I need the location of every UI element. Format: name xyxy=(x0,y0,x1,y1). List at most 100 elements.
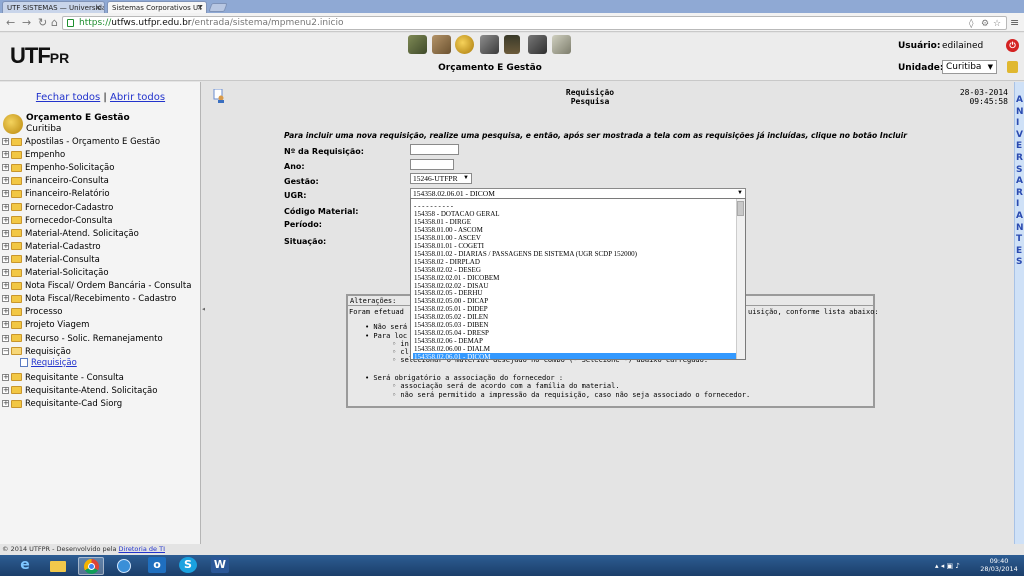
dropdown-option[interactable]: 154358.02.05.01 - DIDEP xyxy=(413,305,736,313)
unit-select[interactable]: Curitiba ▼ xyxy=(942,60,997,74)
dropdown-option[interactable]: 154358.01.01 - COGETI xyxy=(413,242,736,250)
sidebar-tree-item[interactable]: + Material-Solicitação xyxy=(2,267,109,280)
tree-subitem-requisicao[interactable]: Requisição xyxy=(20,358,77,369)
person-icon[interactable] xyxy=(504,35,520,54)
taskbar-clock[interactable]: 09:40 28/03/2014 xyxy=(976,557,1022,573)
close-tab-icon[interactable]: ✕ xyxy=(197,2,203,13)
sidebar-tree-item[interactable]: + Material-Consulta xyxy=(2,254,100,267)
expand-icon[interactable]: + xyxy=(2,203,9,211)
address-bar[interactable]: https://utfws.utfpr.edu.br/entrada/siste… xyxy=(62,16,1007,30)
sidebar-tree-item[interactable]: + Recurso - Solic. Remanejamento xyxy=(2,333,163,346)
skype-icon[interactable]: S xyxy=(179,557,197,573)
expand-icon[interactable]: + xyxy=(2,216,9,224)
dropdown-option[interactable]: 154358.01 - DIRGE xyxy=(413,218,736,226)
dropdown-scrollbar[interactable] xyxy=(736,199,745,359)
dropdown-option[interactable]: 154358 - DOTACAO GERAL xyxy=(413,210,736,218)
forward-arrow-icon[interactable]: → xyxy=(22,16,31,29)
dropdown-option[interactable]: 154358.02.05.02 - DILEN xyxy=(413,313,736,321)
expand-icon[interactable]: + xyxy=(2,177,9,185)
dropdown-option[interactable]: 154358.02.05 - DERHU xyxy=(413,289,736,297)
dropdown-option[interactable]: 154358.02.02 - DESEG xyxy=(413,266,736,274)
ano-input[interactable] xyxy=(410,159,454,170)
tray-icons[interactable]: ▴ ◂ ▣ ♪ xyxy=(935,562,960,570)
sidebar-tree-item[interactable]: + Fornecedor-Cadastro xyxy=(2,202,113,215)
gestao-select[interactable]: 15246-UTFPR ▼ xyxy=(410,173,472,184)
dropdown-option[interactable]: 154358.02.02.02 - DISAU xyxy=(413,282,736,290)
expand-icon[interactable]: + xyxy=(2,164,9,172)
dropdown-option[interactable]: 154358.01.00 - ASCEV xyxy=(413,234,736,242)
sidebar-tree-item[interactable]: + Projeto Viagem xyxy=(2,319,89,332)
dropdown-option[interactable]: 154358.02.02.01 - DICOBEM xyxy=(413,274,736,282)
sidebar-tree-item[interactable]: + Material-Atend. Solicitação xyxy=(2,228,139,241)
sidebar-tree-item[interactable]: + Processo xyxy=(2,306,62,319)
expand-icon[interactable]: + xyxy=(2,151,9,159)
sidebar-tree-item[interactable]: + Nota Fiscal/Recebimento - Cadastro xyxy=(2,293,176,306)
app-icon[interactable] xyxy=(111,557,137,575)
sidebar-tree-item[interactable]: − Requisição xyxy=(2,346,71,359)
sidebar-tree-item[interactable]: + Financeiro-Relatório xyxy=(2,188,110,201)
chrome-icon[interactable] xyxy=(78,557,104,575)
footer-link[interactable]: Diretoria de TI xyxy=(119,545,165,553)
sidebar-tree-item[interactable]: + Requisitante-Atend. Solicitação xyxy=(2,385,157,398)
reload-icon[interactable]: ↻ xyxy=(38,16,47,29)
sidebar-tree-item[interactable]: + Financeiro-Consulta xyxy=(2,175,109,188)
clipboard-icon[interactable] xyxy=(552,35,571,54)
safe-icon[interactable] xyxy=(480,35,499,54)
sidebar-tree-item[interactable]: + Nota Fiscal/ Ordem Bancária - Consulta xyxy=(2,280,191,293)
dropdown-option[interactable]: 154358.01.02 - DIARIAS / PASSAGENS DE SI… xyxy=(413,250,736,258)
sidebar-tree-item[interactable]: + Fornecedor-Consulta xyxy=(2,215,113,228)
sidebar-tree-item[interactable]: + Empenho-Solicitação xyxy=(2,162,114,175)
sidebar-tree-item[interactable]: + Empenho xyxy=(2,149,65,162)
dropdown-scroll-thumb[interactable] xyxy=(737,201,744,216)
padlock-icon[interactable] xyxy=(1007,61,1018,73)
numero-input[interactable] xyxy=(410,144,459,155)
ugr-dropdown-list[interactable]: - - - - - - - - - -154358 - DOTACAO GERA… xyxy=(410,198,746,360)
dropdown-option[interactable]: 154358.02.05.03 - DIBEN xyxy=(413,321,736,329)
expand-icon[interactable]: + xyxy=(2,334,9,342)
sidebar-tree-item[interactable]: + Material-Cadastro xyxy=(2,241,101,254)
expand-icon[interactable]: + xyxy=(2,308,9,316)
star-bookmark-icon[interactable]: ☆ xyxy=(993,18,1001,30)
expand-icon[interactable]: + xyxy=(2,321,9,329)
tree-root-title[interactable]: Orçamento E Gestão xyxy=(26,113,130,123)
outlook-icon[interactable]: o xyxy=(148,557,166,573)
expand-icon[interactable]: + xyxy=(2,255,9,263)
sidebar-tree-item[interactable]: + Requisitante - Consulta xyxy=(2,372,124,385)
close-tab-icon[interactable]: ✕ xyxy=(95,2,101,13)
expand-icon[interactable]: + xyxy=(2,373,9,381)
browser-tab-utf-sistemas[interactable]: UTF SISTEMAS — Universidade ✕ xyxy=(2,1,105,13)
sidebar-tree-item[interactable]: + Requisitante-Cad Siorg xyxy=(2,398,122,411)
dropdown-option[interactable]: 154358.02.05.00 - DICAP xyxy=(413,297,736,305)
expand-icon[interactable]: + xyxy=(2,242,9,250)
collapse-icon[interactable]: − xyxy=(2,347,9,355)
power-icon[interactable]: ⏻ xyxy=(1006,39,1019,52)
dropdown-option[interactable]: 154358.01.00 - ASCOM xyxy=(413,226,736,234)
expand-icon[interactable]: + xyxy=(2,190,9,198)
explorer-icon[interactable] xyxy=(45,557,71,575)
expand-icon[interactable]: + xyxy=(2,282,9,290)
home-icon[interactable]: ⌂ xyxy=(51,16,58,29)
box-icon[interactable] xyxy=(432,35,451,54)
expand-icon[interactable]: + xyxy=(2,138,9,145)
dropdown-option[interactable]: 154358.02.05.04 - DRESP xyxy=(413,329,736,337)
open-all-link[interactable]: Abrir todos xyxy=(110,92,165,103)
dropdown-option[interactable]: - - - - - - - - - - xyxy=(413,202,736,210)
back-arrow-icon[interactable]: ← xyxy=(6,16,15,29)
dropdown-option[interactable]: 154358.02 - DIRPLAD xyxy=(413,258,736,266)
dropdown-option[interactable]: 154358.02.06.01 - DICOM xyxy=(413,353,736,359)
dropdown-option[interactable]: 154358.02.06.00 - DIALM xyxy=(413,345,736,353)
dropdown-option[interactable]: 154358.02.06 - DEMAP xyxy=(413,337,736,345)
shield-icon[interactable]: ◊ xyxy=(969,18,973,30)
word-icon[interactable]: W xyxy=(211,557,229,573)
new-tab-button[interactable] xyxy=(208,3,228,12)
browser-tab-sistemas-corporativos[interactable]: Sistemas Corporativos UT ✕ xyxy=(107,1,207,13)
close-all-link[interactable]: Fechar todos xyxy=(36,92,100,103)
expand-icon[interactable]: + xyxy=(2,269,9,276)
star-icon[interactable] xyxy=(408,35,427,54)
wrench-icon[interactable]: ⚙ xyxy=(981,18,989,30)
browser-menu-icon[interactable]: ≡ xyxy=(1010,16,1019,29)
sidebar-tree-item[interactable]: + Apostilas - Orçamento E Gestão xyxy=(2,136,160,149)
expand-icon[interactable]: + xyxy=(2,229,9,237)
expand-icon[interactable]: + xyxy=(2,295,9,303)
monitor-icon[interactable] xyxy=(528,35,547,54)
